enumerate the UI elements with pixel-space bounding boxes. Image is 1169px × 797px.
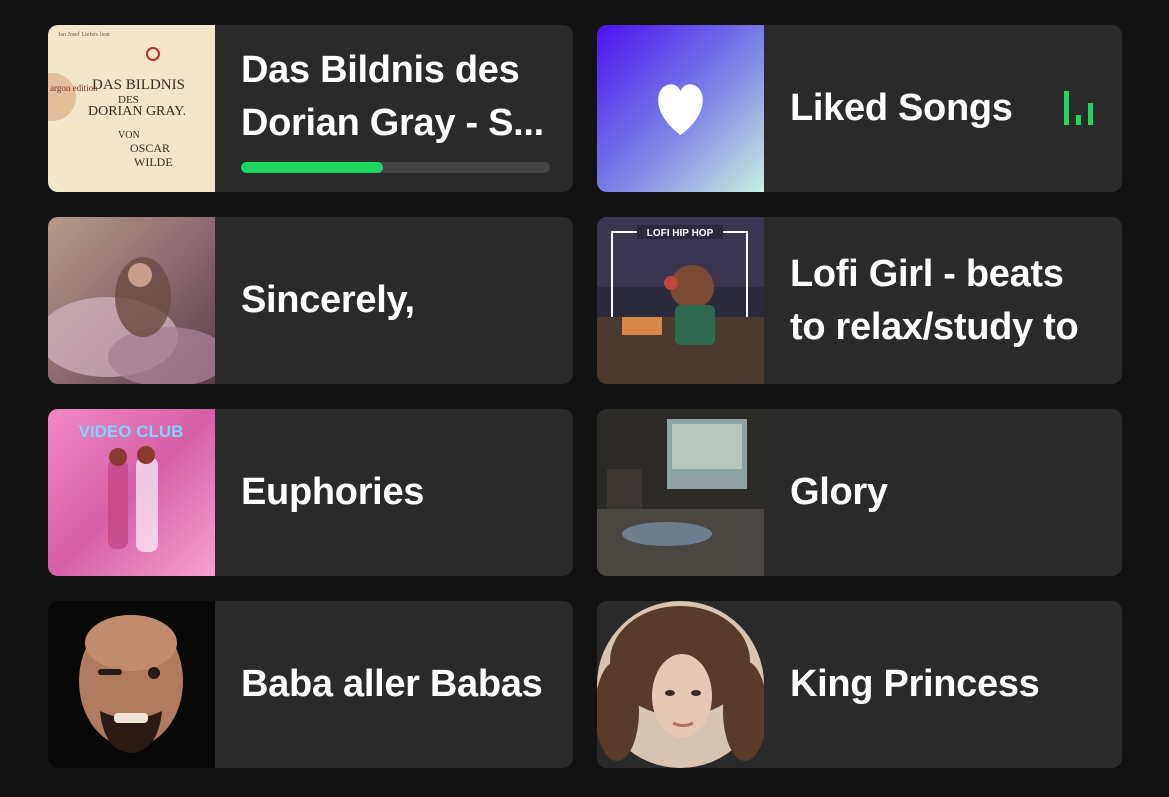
shortcut-title: Lofi Girl - beats to relax/study to <box>790 252 1079 348</box>
cover-header-text: Jan Josef Liefers liest <box>58 31 110 38</box>
shortcut-title: Das Bildnis des Dorian Gray - S... <box>241 49 544 144</box>
album-cover-euphories: VIDEO CLUB <box>48 409 215 576</box>
cover-wordmark: VIDEO CLUB <box>79 422 184 441</box>
liked-songs-cover <box>597 25 764 192</box>
cover-byline: VON <box>118 130 140 141</box>
shortcut-title: Euphories <box>241 471 425 513</box>
album-cover-sincerely <box>48 217 215 384</box>
home-shortcuts-grid: Jan Josef Liefers liest argon edition DA… <box>0 0 1169 797</box>
shortcut-card-dorian-gray[interactable]: Jan Josef Liefers liest argon edition DA… <box>48 25 573 192</box>
now-playing-equalizer-icon <box>1064 91 1096 125</box>
shortcut-card-king-princess[interactable]: King Princess <box>597 601 1122 768</box>
shortcut-card-glory[interactable]: Glory <box>597 409 1122 576</box>
shortcut-card-lofi-girl[interactable]: LOFI HIP HOP Lofi Girl - beats to relax/… <box>597 217 1122 384</box>
playlist-cover-lofi-girl: LOFI HIP HOP <box>597 217 764 384</box>
shortcut-title: Liked Songs <box>790 87 1013 129</box>
cover-title-line3: DORIAN GRAY. <box>88 104 186 119</box>
progress-fill <box>241 162 384 173</box>
shortcut-title: Sincerely, <box>241 279 415 321</box>
shortcut-title: King Princess <box>790 663 1040 705</box>
shortcut-card-euphories[interactable]: VIDEO CLUB Euphories <box>48 409 573 576</box>
shortcut-title: Baba aller Babas <box>241 663 543 705</box>
cover-author-line2: WILDE <box>134 155 173 169</box>
shortcut-card-baba-aller-babas[interactable]: Baba aller Babas <box>48 601 573 768</box>
cover-author-line1: OSCAR <box>130 141 170 155</box>
cover-publisher: argon edition <box>50 83 98 93</box>
cover-banner-text: LOFI HIP HOP <box>647 228 714 239</box>
artist-image-king-princess <box>597 601 764 768</box>
shortcut-card-liked-songs[interactable]: Liked Songs <box>597 25 1122 192</box>
artist-image-baba-aller-babas <box>48 601 215 768</box>
audiobook-progress-bar <box>241 162 550 173</box>
cover-title-line1: DAS BILDNIS <box>92 77 185 93</box>
audiobook-cover: Jan Josef Liefers liest argon edition DA… <box>48 25 215 192</box>
shortcut-title: Glory <box>790 471 888 513</box>
album-cover-glory <box>597 409 764 576</box>
shortcut-card-sincerely[interactable]: Sincerely, <box>48 217 573 384</box>
